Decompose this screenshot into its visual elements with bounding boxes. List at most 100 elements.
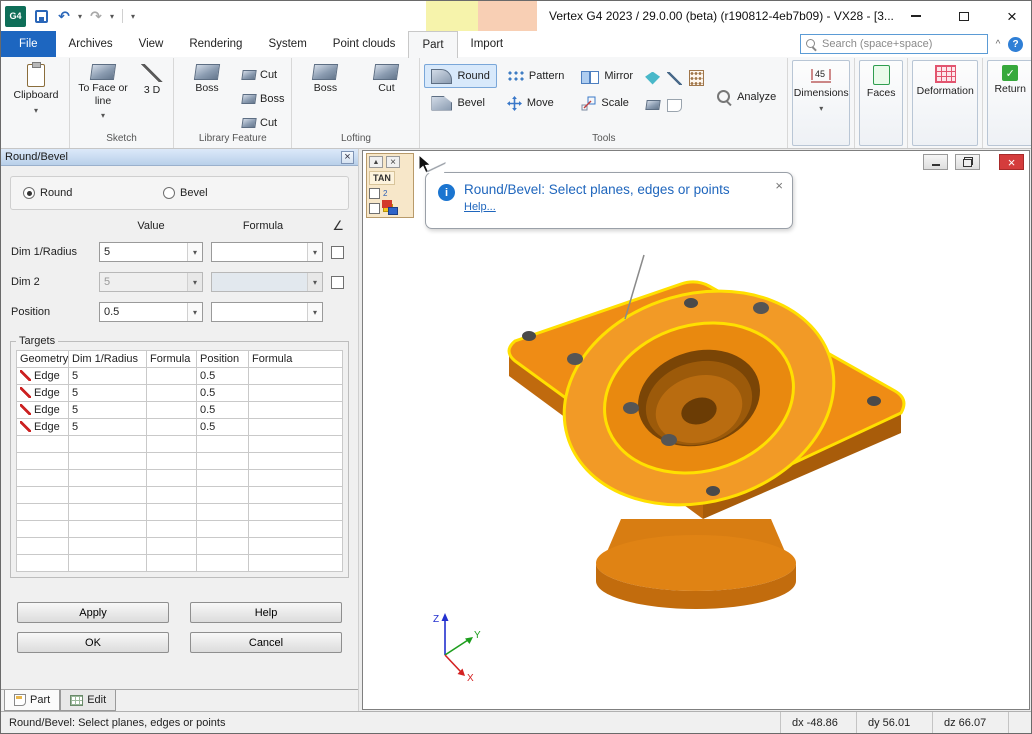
library-cut-small-button[interactable]: Cut [239, 112, 287, 133]
dim1-value-input[interactable] [100, 243, 187, 261]
save-button[interactable] [32, 7, 50, 25]
cancel-button[interactable]: Cancel [190, 632, 342, 653]
doc-minimize-button[interactable] [923, 154, 948, 170]
tab-import[interactable]: Import [458, 31, 517, 57]
tab-part[interactable]: Part [408, 31, 457, 58]
ok-button[interactable]: OK [17, 632, 169, 653]
chevron-down-icon[interactable] [187, 243, 202, 261]
return-button[interactable]: Return [987, 60, 1032, 146]
dimensions-button[interactable]: 45 Dimensions [792, 60, 850, 146]
chevron-down-icon[interactable] [307, 303, 322, 321]
bevel-button[interactable]: Bevel [424, 91, 496, 115]
targets-table-row[interactable] [17, 436, 343, 453]
bottom-tab-edit[interactable]: Edit [60, 690, 116, 711]
close-icon[interactable] [775, 178, 783, 193]
redo-button[interactable] [87, 7, 105, 25]
library-boss-button[interactable]: Boss [178, 60, 236, 133]
angle-icon[interactable] [332, 218, 344, 234]
snap-checkbox-2[interactable] [369, 203, 380, 214]
pattern-button[interactable]: Pattern [500, 64, 571, 88]
help-button[interactable]: Help [190, 602, 342, 623]
tab-view[interactable]: View [126, 31, 177, 57]
targets-table-row[interactable]: Edge50.5 [17, 385, 343, 402]
panel-close-button[interactable] [386, 156, 400, 168]
sketch-3d-button[interactable]: 3 D [135, 60, 169, 133]
maximize-button[interactable] [955, 7, 973, 25]
dim1-checkbox[interactable] [331, 246, 344, 259]
targets-table-row[interactable] [17, 538, 343, 555]
part-doc-icon [14, 694, 26, 706]
redo-dropdown-icon[interactable] [110, 10, 114, 22]
tab-file[interactable]: File [1, 31, 56, 57]
customize-toolbar-icon[interactable] [131, 10, 135, 22]
measure-icon[interactable] [645, 72, 660, 85]
panel-collapse-button[interactable] [369, 156, 383, 168]
header-formula2: Formula [249, 351, 343, 368]
sheet-icon[interactable] [667, 99, 682, 112]
undo-dropdown-icon[interactable] [78, 10, 82, 22]
position-formula-input[interactable] [212, 303, 307, 321]
round-button[interactable]: Round [424, 64, 496, 88]
doc-close-button[interactable] [999, 154, 1024, 170]
dim1-value-combo[interactable] [99, 242, 203, 262]
minimize-button[interactable] [907, 7, 925, 25]
tangent-snap-label[interactable]: TAN [369, 171, 395, 185]
doc-restore-button[interactable] [955, 154, 980, 170]
search-box[interactable] [800, 34, 988, 54]
targets-table-row[interactable] [17, 521, 343, 538]
help-link[interactable]: Help... [464, 201, 496, 213]
dim1-formula-combo[interactable] [211, 242, 323, 262]
round-radio[interactable]: Round [23, 187, 163, 199]
collapse-ribbon-button[interactable] [988, 31, 1008, 57]
chevron-down-icon[interactable] [187, 303, 202, 321]
undo-button[interactable] [55, 7, 73, 25]
dialog-close-button[interactable] [341, 151, 354, 164]
targets-table-row[interactable]: Edge50.5 [17, 419, 343, 436]
cell-formula2 [249, 368, 343, 385]
snap-checkbox-1[interactable] [369, 188, 380, 199]
scale-button[interactable]: Scale [574, 91, 640, 115]
chevron-down-icon[interactable] [307, 243, 322, 261]
tab-system[interactable]: System [255, 31, 319, 57]
dimension-mode-icon[interactable] [383, 189, 387, 198]
mirror-button[interactable]: Mirror [574, 64, 640, 88]
targets-table-row[interactable] [17, 487, 343, 504]
to-face-or-line-button[interactable]: To Face or line [74, 60, 132, 133]
tab-point-clouds[interactable]: Point clouds [320, 31, 409, 57]
targets-table-row[interactable] [17, 470, 343, 487]
position-formula-combo[interactable] [211, 302, 323, 322]
move-button[interactable]: Move [500, 91, 571, 115]
search-input[interactable] [822, 38, 982, 50]
svg-text:45: 45 [815, 69, 825, 79]
cube-icon[interactable] [645, 100, 660, 110]
group-label-lofting: Lofting [296, 133, 415, 146]
viewport-3d[interactable]: TAN [362, 150, 1030, 710]
targets-table-row[interactable]: Edge50.5 [17, 402, 343, 419]
library-boss-small-button[interactable]: Boss [239, 88, 287, 109]
lofting-boss-button[interactable]: Boss [296, 60, 354, 133]
lofting-cut-button[interactable]: Cut [357, 60, 415, 133]
calculator-icon[interactable] [689, 70, 704, 86]
targets-table-row[interactable] [17, 555, 343, 572]
library-cut-button[interactable]: Cut [239, 64, 287, 85]
analyze-button[interactable]: Analyze [709, 85, 783, 109]
tab-archives[interactable]: Archives [56, 31, 126, 57]
tab-rendering[interactable]: Rendering [176, 31, 255, 57]
targets-table-row[interactable] [17, 504, 343, 521]
position-value-input[interactable] [100, 303, 187, 321]
faces-button[interactable]: Faces [859, 60, 903, 146]
targets-table-row[interactable] [17, 453, 343, 470]
help-icon[interactable] [1008, 37, 1023, 52]
deformation-button[interactable]: Deformation [912, 60, 978, 146]
dim1-formula-input[interactable] [212, 243, 307, 261]
position-value-combo[interactable] [99, 302, 203, 322]
targets-table-row[interactable]: Edge50.5 [17, 368, 343, 385]
bottom-tab-part[interactable]: Part [4, 690, 60, 711]
close-button[interactable] [1003, 7, 1021, 25]
tangent-line-icon[interactable] [667, 72, 682, 85]
dim2-checkbox[interactable] [331, 276, 344, 289]
apply-button[interactable]: Apply [17, 602, 169, 623]
layers-palette-icon[interactable] [383, 202, 398, 215]
bevel-radio[interactable]: Bevel [163, 187, 208, 199]
clipboard-button[interactable]: Clipboard [7, 60, 65, 146]
